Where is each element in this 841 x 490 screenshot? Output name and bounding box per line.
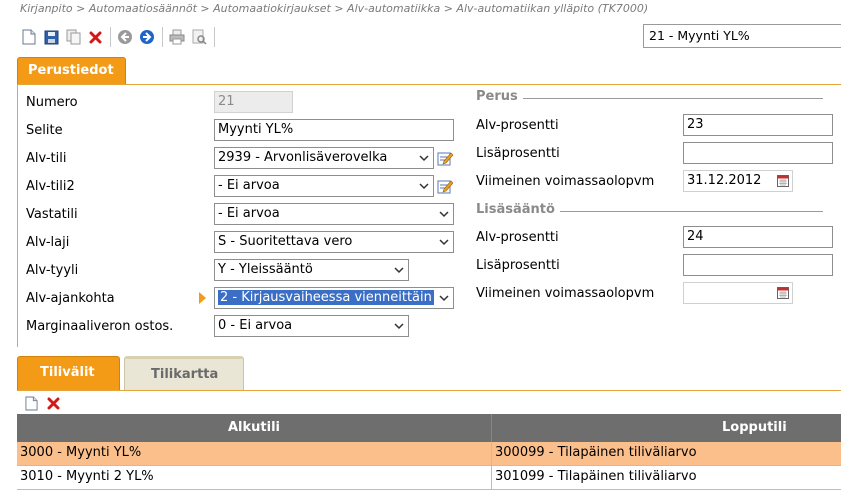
alv-tyyli-select[interactable]: Y - Yleissääntö bbox=[214, 259, 409, 281]
column-header-lopputili[interactable]: Lopputili bbox=[492, 414, 841, 442]
tab-tilivalit[interactable]: Tilivälit bbox=[17, 356, 120, 390]
lower-tab-strip-divider bbox=[17, 390, 841, 391]
edit-account-icon[interactable] bbox=[437, 178, 453, 194]
back-icon[interactable] bbox=[116, 28, 134, 46]
vastatili-label: Vastatili bbox=[26, 207, 78, 222]
perus-group-line bbox=[523, 98, 823, 99]
column-header-alkutili[interactable]: Alkutili bbox=[17, 414, 492, 442]
perus-group-title: Perus bbox=[476, 89, 518, 104]
chevron-down-icon bbox=[439, 211, 449, 218]
numero-label: Numero bbox=[26, 95, 78, 110]
lisa-alv-prosentti-input[interactable]: 24 bbox=[683, 226, 833, 248]
cell-alkutili: 3010 - Myynti 2 YL% bbox=[17, 466, 492, 489]
chevron-down-icon bbox=[394, 323, 404, 330]
print-preview-icon[interactable] bbox=[190, 28, 208, 46]
calendar-icon[interactable] bbox=[777, 175, 789, 187]
new-document-icon[interactable] bbox=[20, 28, 38, 46]
selite-input[interactable]: Myynti YL% bbox=[214, 119, 454, 141]
alv-tyyli-value: Y - Yleissääntö bbox=[218, 262, 313, 277]
alv-laji-value: S - Suoritettava vero bbox=[218, 234, 353, 249]
perus-voimassaolo-label: Viimeinen voimassaolopvm bbox=[476, 174, 655, 189]
alv-tili-value: 2939 - Arvonlisäverovelka bbox=[218, 150, 388, 165]
marginaali-value: 0 - Ei arvoa bbox=[218, 318, 293, 333]
print-icon[interactable] bbox=[168, 28, 186, 46]
perus-lisaprosentti-input[interactable] bbox=[683, 142, 833, 164]
toolbar-separator bbox=[110, 27, 111, 47]
calendar-icon[interactable] bbox=[777, 287, 789, 299]
lisa-lisaprosentti-input[interactable] bbox=[683, 254, 833, 276]
delete-row-icon[interactable] bbox=[44, 394, 62, 412]
grid-header: Alkutili Lopputili bbox=[17, 414, 841, 442]
grid-toolbar bbox=[22, 394, 66, 412]
alv-tili-select[interactable]: 2939 - Arvonlisäverovelka bbox=[214, 147, 434, 169]
perus-alv-prosentti-label: Alv-prosentti bbox=[476, 118, 559, 133]
chevron-down-icon bbox=[439, 295, 449, 302]
toolbar-separator bbox=[162, 27, 163, 47]
breadcrumb: Kirjanpito > Automaatiosäännöt > Automaa… bbox=[20, 2, 649, 15]
alv-tili-label: Alv-tili bbox=[26, 151, 67, 166]
alv-tyyli-label: Alv-tyyli bbox=[26, 263, 79, 278]
copy-icon[interactable] bbox=[64, 28, 82, 46]
table-row[interactable]: 3010 - Myynti 2 YL% 301099 - Tilapäinen … bbox=[17, 466, 841, 490]
alv-tili2-label: Alv-tili2 bbox=[26, 179, 75, 194]
lisa-voimassaolo-label: Viimeinen voimassaolopvm bbox=[476, 286, 655, 301]
marginaali-select[interactable]: 0 - Ei arvoa bbox=[214, 315, 409, 337]
alv-ajankohta-value: 2 - Kirjausvaiheessa vienneittäin bbox=[217, 289, 435, 306]
new-row-icon[interactable] bbox=[22, 394, 40, 412]
lisa-alv-prosentti-label: Alv-prosentti bbox=[476, 230, 559, 245]
tab-perustiedot[interactable]: Perustiedot bbox=[17, 57, 126, 85]
alv-laji-label: Alv-laji bbox=[26, 235, 70, 250]
tab-tilikartta[interactable]: Tilikartta bbox=[124, 356, 244, 390]
cell-lopputili: 301099 - Tilapäinen tiliväliarvo bbox=[495, 469, 697, 484]
chevron-down-icon bbox=[439, 239, 449, 246]
perus-alv-prosentti-input[interactable]: 23 bbox=[683, 114, 833, 136]
cell-lopputili: 300099 - Tilapäinen tiliväliarvo bbox=[495, 445, 697, 460]
toolbar-separator bbox=[214, 27, 215, 47]
perus-lisaprosentti-label: Lisäprosentti bbox=[476, 146, 560, 161]
tilivalit-grid: Alkutili Lopputili 3000 - Myynti YL% 300… bbox=[17, 414, 841, 490]
lisasaanto-group-title: Lisäsääntö bbox=[476, 202, 555, 217]
lisasaanto-group-line bbox=[560, 211, 823, 212]
alv-tili2-value: - Ei arvoa bbox=[218, 178, 280, 193]
table-row[interactable]: 3000 - Myynti YL% 300099 - Tilapäinen ti… bbox=[17, 442, 841, 466]
chevron-down-icon bbox=[419, 183, 429, 190]
forward-icon[interactable] bbox=[138, 28, 156, 46]
selite-label: Selite bbox=[26, 123, 63, 138]
alv-laji-select[interactable]: S - Suoritettava vero bbox=[214, 231, 454, 253]
lisa-lisaprosentti-label: Lisäprosentti bbox=[476, 258, 560, 273]
chevron-down-icon bbox=[394, 267, 404, 274]
perustiedot-panel: Numero Selite Alv-tili Alv-tili2 Vastati… bbox=[17, 85, 841, 347]
marginaali-label: Marginaaliveron ostos. bbox=[26, 319, 174, 334]
record-selector[interactable]: 21 - Myynti YL% bbox=[643, 24, 841, 48]
current-field-pointer-icon bbox=[199, 292, 206, 304]
edit-account-icon[interactable] bbox=[437, 150, 453, 166]
alv-tili2-select[interactable]: - Ei arvoa bbox=[214, 175, 434, 197]
toolbar bbox=[20, 26, 220, 48]
delete-icon[interactable] bbox=[86, 28, 104, 46]
vastatili-value: - Ei arvoa bbox=[218, 206, 280, 221]
alv-ajankohta-label: Alv-ajankohta bbox=[26, 291, 115, 306]
chevron-down-icon bbox=[419, 155, 429, 162]
cell-alkutili: 3000 - Myynti YL% bbox=[17, 442, 492, 465]
numero-field: 21 bbox=[214, 91, 293, 113]
vastatili-select[interactable]: - Ei arvoa bbox=[214, 203, 454, 225]
save-icon[interactable] bbox=[42, 28, 60, 46]
alv-ajankohta-select[interactable]: 2 - Kirjausvaiheessa vienneittäin bbox=[214, 287, 454, 309]
